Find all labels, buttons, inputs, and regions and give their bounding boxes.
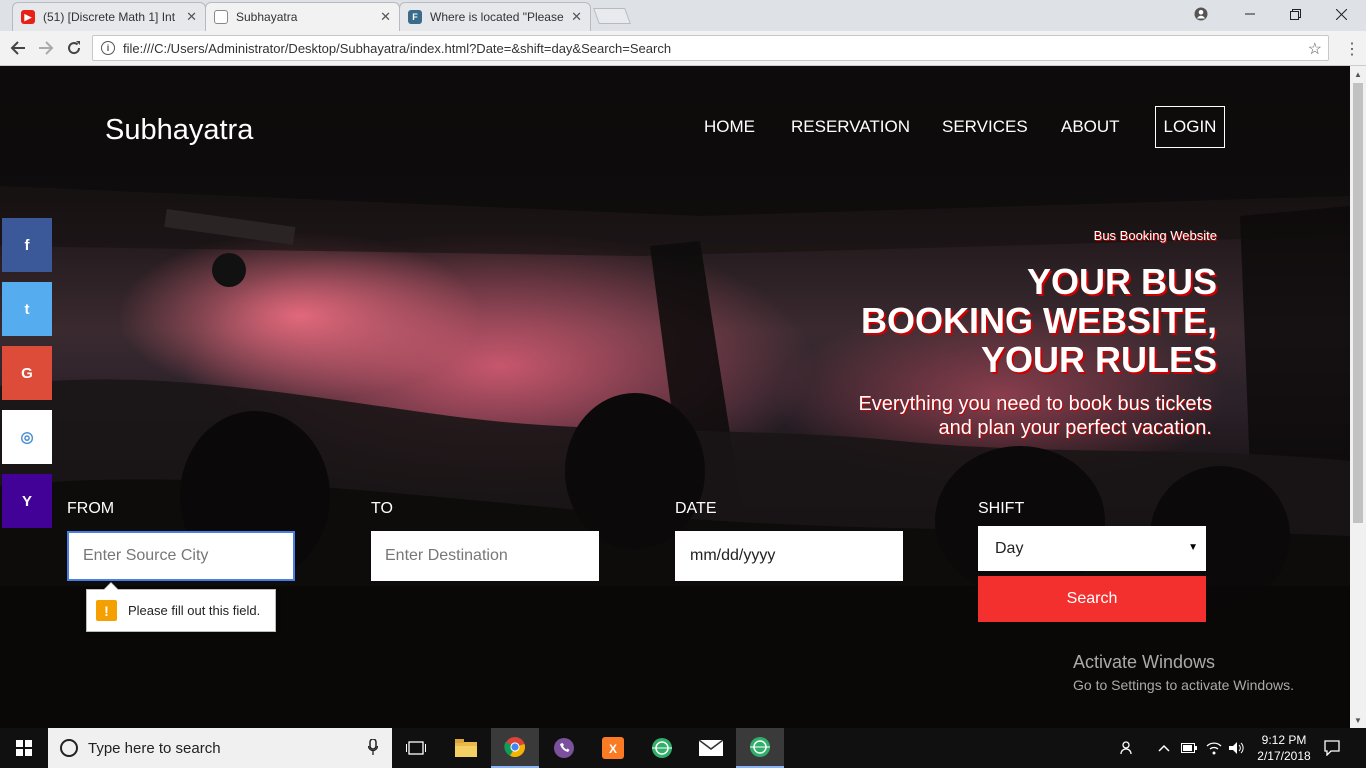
shift-selected-value: Day (995, 539, 1024, 557)
volume-icon[interactable] (1229, 728, 1245, 768)
close-tab-icon[interactable]: ✕ (186, 9, 197, 25)
minimize-icon[interactable] (1227, 0, 1273, 28)
facebook-icon[interactable]: f (2, 218, 52, 272)
scroll-up-arrow-icon[interactable]: ▲ (1350, 66, 1366, 82)
hero-section: Subhayatra HOME RESERVATION SERVICES ABO… (0, 66, 1350, 728)
cortana-icon (60, 739, 78, 757)
url-text: file:///C:/Users/Administrator/Desktop/S… (123, 40, 672, 56)
browser-tab-bar: ▶ (51) [Discrete Math 1] Int ✕ Subhayatr… (0, 0, 1366, 31)
shift-label: SHIFT (978, 500, 1025, 517)
svg-text:X: X (609, 742, 617, 756)
youtube-icon: ▶ (21, 10, 35, 24)
search-button[interactable]: Search (978, 576, 1206, 622)
forum-favicon-icon: F (408, 10, 422, 24)
profile-icon[interactable] (1178, 0, 1224, 28)
hero-subtitle: Everything you need to book bus tickets … (792, 392, 1212, 440)
clock-date: 2/17/2018 (1257, 749, 1311, 763)
clock-time: 9:12 PM (1261, 733, 1307, 747)
viber-icon[interactable] (540, 728, 588, 768)
browser-tab-forum[interactable]: F Where is located "Please ✕ (399, 2, 591, 31)
nav-reservation[interactable]: RESERVATION (791, 106, 910, 148)
hero-subtitle-line: and plan your perfect vacation. (938, 417, 1212, 439)
browser-toolbar: i file:///C:/Users/Administrator/Desktop… (0, 31, 1366, 66)
browser-menu-icon[interactable]: ⋮ (1344, 39, 1360, 59)
validation-tooltip: ! Please fill out this field. (86, 582, 276, 632)
destination-input[interactable]: Enter Destination (371, 531, 599, 581)
bookmark-star-icon[interactable]: ☆ (1308, 39, 1322, 59)
chrome-icon[interactable] (491, 728, 539, 768)
hero-tagline: Bus Booking Website (1093, 228, 1217, 243)
activate-windows-watermark: Activate Windows Go to Settings to activ… (1073, 652, 1294, 693)
shift-select[interactable]: Day ▼ (978, 526, 1206, 571)
show-hidden-icons-icon[interactable] (1158, 728, 1170, 768)
hero-title-line: YOUR RULES (980, 339, 1217, 380)
source-city-input[interactable]: Enter Source City (67, 531, 295, 581)
tab-title: Subhayatra (236, 10, 298, 24)
login-button[interactable]: LOGIN (1155, 106, 1225, 148)
date-value: mm/dd/yyyy (690, 547, 776, 564)
destination-placeholder: Enter Destination (385, 547, 508, 564)
action-center-icon[interactable] (1324, 728, 1340, 768)
app-icon-globe[interactable] (638, 728, 686, 768)
to-label: TO (371, 500, 393, 517)
date-label: DATE (675, 500, 717, 517)
from-label: FROM (67, 500, 115, 517)
xampp-icon[interactable]: X (589, 728, 637, 768)
close-window-icon[interactable] (1318, 0, 1364, 28)
source-city-placeholder: Enter Source City (83, 547, 209, 564)
taskbar-clock[interactable]: 9:12 PM 2/17/2018 (1250, 732, 1318, 764)
windows-start-icon[interactable] (0, 728, 48, 768)
wifi-icon[interactable] (1206, 728, 1222, 768)
tab-title: Where is located "Please (430, 10, 564, 24)
browser-tab-subhayatra[interactable]: Subhayatra ✕ (205, 2, 400, 31)
back-arrow-icon[interactable] (6, 36, 30, 60)
address-bar[interactable]: i file:///C:/Users/Administrator/Desktop… (92, 35, 1329, 61)
reload-icon[interactable] (62, 36, 86, 60)
google-plus-icon[interactable]: G (2, 346, 52, 400)
forward-arrow-icon[interactable] (34, 36, 58, 60)
hero-title-line: YOUR BUS (1026, 261, 1217, 302)
new-tab-button[interactable] (593, 8, 631, 24)
scroll-down-arrow-icon[interactable]: ▼ (1350, 712, 1366, 728)
hero-title: YOUR BUS BOOKING WEBSITE, YOUR RULES (797, 262, 1217, 379)
date-input[interactable]: mm/dd/yyyy (675, 531, 903, 581)
taskbar-search-placeholder: Type here to search (88, 739, 221, 757)
close-tab-icon[interactable]: ✕ (571, 9, 582, 25)
validation-message: Please fill out this field. (128, 603, 261, 618)
file-explorer-icon[interactable] (442, 728, 490, 768)
people-icon[interactable] (1120, 728, 1136, 768)
hero-subtitle-line: Everything you need to book bus tickets (858, 393, 1212, 415)
instagram-icon[interactable]: ◎ (2, 410, 52, 464)
info-icon[interactable]: i (101, 41, 115, 55)
yahoo-icon[interactable]: Y (2, 474, 52, 528)
restore-icon[interactable] (1272, 0, 1318, 28)
twitter-icon[interactable]: t (2, 282, 52, 336)
browser-tab-youtube[interactable]: ▶ (51) [Discrete Math 1] Int ✕ (12, 2, 206, 31)
scrollbar-thumb[interactable] (1353, 83, 1363, 523)
task-view-icon[interactable] (392, 728, 440, 768)
warning-icon: ! (96, 600, 117, 621)
page-scrollbar[interactable]: ▲ ▼ (1350, 66, 1366, 728)
nav-home[interactable]: HOME (704, 106, 755, 148)
microphone-icon[interactable] (367, 738, 379, 758)
windows-taskbar: Type here to search X 9:12 PM 2/17/2018 (0, 728, 1366, 768)
page-icon (214, 10, 228, 24)
watermark-subtitle: Go to Settings to activate Windows. (1073, 677, 1294, 693)
battery-icon[interactable] (1181, 728, 1197, 768)
close-tab-icon[interactable]: ✕ (380, 9, 391, 25)
app-icon-globe-active[interactable] (736, 728, 784, 768)
dropdown-caret-icon: ▼ (1188, 542, 1198, 553)
hero-title-line: BOOKING WEBSITE, (860, 300, 1217, 341)
taskbar-search-box[interactable]: Type here to search (48, 728, 392, 768)
site-logo[interactable]: Subhayatra (105, 114, 253, 147)
tab-title: (51) [Discrete Math 1] Int (43, 10, 176, 24)
nav-about[interactable]: ABOUT (1061, 106, 1120, 148)
watermark-title: Activate Windows (1073, 652, 1216, 672)
mail-icon[interactable] (687, 728, 735, 768)
nav-services[interactable]: SERVICES (942, 106, 1028, 148)
